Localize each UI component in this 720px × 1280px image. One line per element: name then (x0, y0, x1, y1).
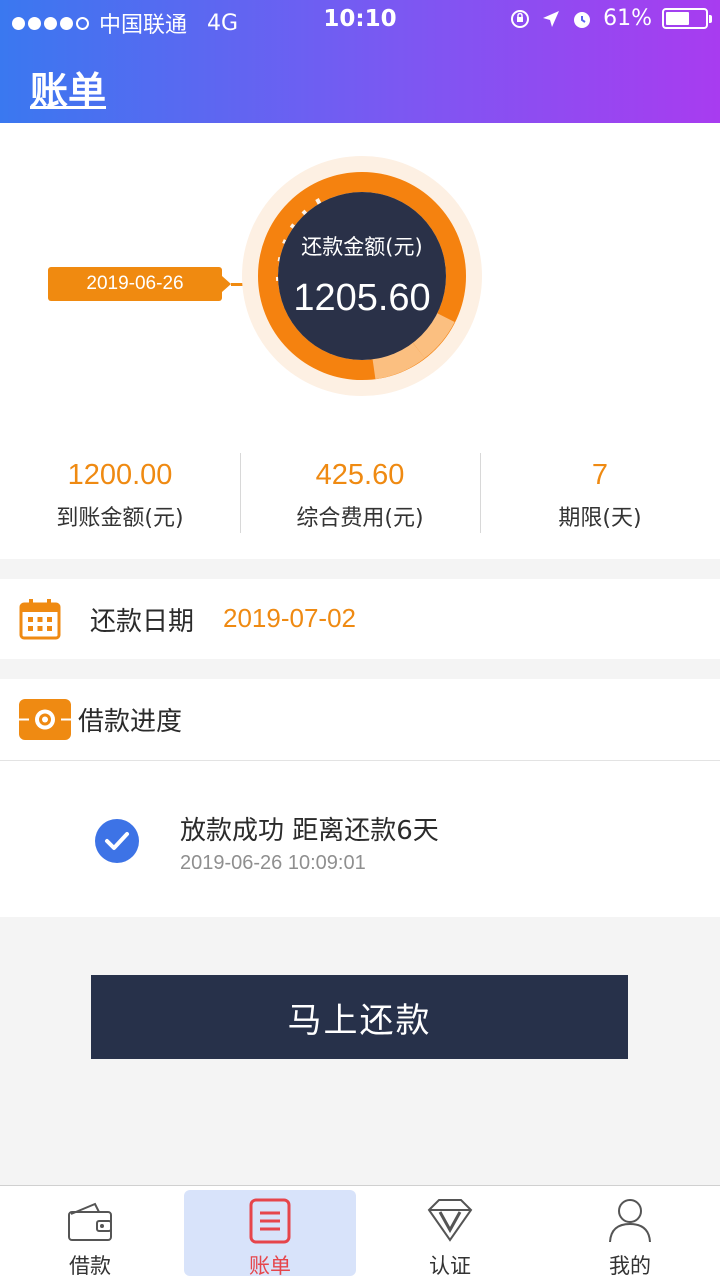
repayment-date-label: 还款日期 (90, 607, 195, 637)
stat-label: 综合费用(元) (296, 506, 424, 531)
stat-label: 期限(天) (558, 506, 642, 531)
status-right: 61% (509, 6, 712, 31)
stat-received-amount: 1200.00 到账金额(元) (0, 453, 240, 537)
profile-icon (609, 1199, 651, 1243)
calendar-icon (19, 599, 61, 640)
bill-icon (249, 1198, 291, 1244)
page-title: 账单 (30, 69, 107, 113)
status-bar: 中国联通 4G 10:10 61% (0, 0, 720, 40)
repayment-ring: 还款金额(元) 1205.60 (241, 155, 483, 397)
check-circle-icon (95, 819, 139, 863)
alarm-clock-icon (574, 11, 591, 28)
repayment-date-value: 2019-07-02 (223, 603, 356, 633)
stat-value: 7 (591, 459, 609, 491)
stat-value: 425.60 (315, 459, 405, 491)
loan-status-text: 放款成功 距离还款6天 (180, 816, 439, 846)
certify-icon (427, 1199, 473, 1242)
repayment-ring-graphic (242, 156, 482, 396)
tab-label: 我的 (609, 1254, 651, 1278)
battery-percent: 61% (603, 6, 652, 31)
loan-progress-header: 借款进度 (0, 679, 720, 761)
stat-term-days: 7 期限(天) (480, 453, 720, 537)
tab-label: 借款 (69, 1254, 111, 1278)
rotation-lock-icon (511, 9, 530, 28)
tab-certify[interactable]: 认证 (360, 1186, 540, 1280)
loan-progress-title: 借款进度 (78, 707, 183, 737)
wallet-icon (68, 1202, 112, 1241)
app-header: 中国联通 4G 10:10 61% 账单 (0, 0, 720, 123)
tab-label: 认证 (429, 1254, 471, 1278)
location-arrow-icon (543, 10, 560, 27)
battery-icon (662, 8, 712, 29)
loan-date-tag: 2019-06-26 (48, 267, 231, 301)
bottom-tab-bar: 借款 账单 认证 我的 (0, 1185, 720, 1280)
tab-mine[interactable]: 我的 (540, 1186, 720, 1280)
stat-label: 到账金额(元) (56, 506, 184, 531)
loan-stats: 1200.00 到账金额(元) 425.60 综合费用(元) 7 期限(天) (0, 453, 720, 537)
repayment-date-row: 还款日期 2019-07-02 (0, 579, 720, 659)
stat-total-fee: 425.60 综合费用(元) (240, 453, 480, 537)
repayment-amount: 1205.60 (293, 277, 431, 319)
tab-bill[interactable]: 账单 (180, 1186, 360, 1280)
loan-status-time: 2019-06-26 10:09:01 (180, 852, 366, 874)
progress-icon (19, 699, 71, 740)
bill-summary: 2019-06-26 还款金额(元) 1205.60 1200.00 到账金额(… (0, 123, 720, 559)
repay-now-button[interactable]: 马上还款 (91, 975, 628, 1059)
tab-label: 账单 (249, 1254, 291, 1278)
ring-title: 还款金额(元) (301, 235, 423, 259)
stat-value: 1200.00 (67, 459, 173, 491)
loan-progress-section: 借款进度 放款成功 距离还款6天 2019-06-26 10:09:01 (0, 679, 720, 917)
tab-loan[interactable]: 借款 (0, 1186, 180, 1280)
